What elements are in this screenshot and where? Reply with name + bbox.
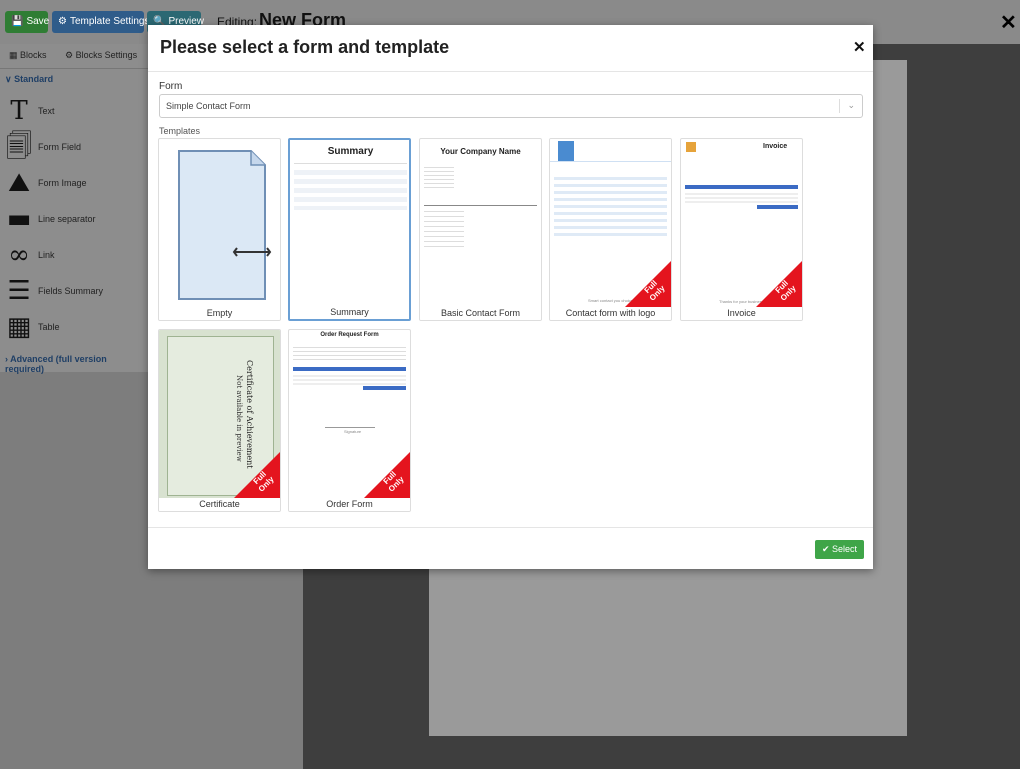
form-select-value: Simple Contact Form <box>166 101 251 111</box>
block-label: Text <box>38 106 55 116</box>
thumb-logo <box>686 142 696 152</box>
thumb-heading: Your Company Name <box>440 147 521 156</box>
form-label: Form <box>159 81 183 92</box>
thumb-signature: Signature <box>344 429 362 434</box>
thumb-heading: Summary <box>327 146 374 157</box>
check-icon: ✔ <box>821 544 830 554</box>
thumb-table-head <box>293 367 406 371</box>
blocks-sidebar: ▦ Blocks ⚙ Blocks Settings ∨ Standard TT… <box>0 44 148 374</box>
blank-page-icon <box>178 150 272 300</box>
sidebar-tabs: ▦ Blocks ⚙ Blocks Settings <box>0 44 148 69</box>
thumb-rule <box>424 205 537 206</box>
group-standard[interactable]: ∨ Standard <box>5 74 53 85</box>
templates-label: Templates <box>159 126 201 136</box>
template-dialog: Please select a form and template ✕ Form… <box>148 25 873 569</box>
tab-blocks-label: Blocks <box>20 50 47 60</box>
full-only-ribbon: Full Only <box>756 261 802 307</box>
thumb-rows <box>293 373 406 385</box>
list-icon: ☰ <box>7 276 31 306</box>
template-caption: Invoice <box>681 307 802 320</box>
block-label: Fields Summary <box>38 286 104 296</box>
line-separator-icon: ▬ <box>6 204 32 234</box>
thumb-rows <box>685 191 798 205</box>
save-label: Save <box>26 16 50 27</box>
thumb-rows <box>294 170 407 210</box>
template-caption: Order Form <box>289 498 410 511</box>
template-card-certificate[interactable]: Certificate of Achievement Not available… <box>158 329 281 512</box>
thumb-heading: Order Request Form <box>320 332 379 338</box>
template-thumbnail: Your Company Name <box>420 139 541 309</box>
thumb-fields <box>424 211 464 247</box>
template-thumbnail: Summary <box>290 140 409 310</box>
block-fields-summary[interactable]: ☰ Fields Summary <box>4 276 144 310</box>
thumb-fields <box>293 344 406 360</box>
thumb-heading: Invoice <box>763 143 788 150</box>
template-card-order-form[interactable]: Order Request Form Signature Full Only O… <box>288 329 411 512</box>
thumb-logo <box>558 141 574 161</box>
block-label: Link <box>38 250 55 260</box>
block-form-image[interactable]: ⛰ Form Image <box>4 168 144 202</box>
template-caption: Summary <box>290 306 409 319</box>
block-label: Form Field <box>38 142 82 152</box>
full-only-ribbon: Full Only <box>625 261 671 307</box>
full-only-ribbon: Full Only <box>364 452 410 498</box>
template-settings-button[interactable]: ⚙ Template Settings <box>52 11 149 33</box>
save-button[interactable]: 💾 Save <box>5 11 50 33</box>
image-icon: ⛰ <box>8 168 30 198</box>
text-icon: T <box>10 96 28 126</box>
dialog-title: Please select a form and template <box>160 37 450 57</box>
block-form-field[interactable]: 🗐 Form Field <box>4 132 144 166</box>
select-divider <box>839 99 840 113</box>
thumb-signature-line <box>325 427 375 428</box>
select-button[interactable]: ✔ Select <box>815 540 864 559</box>
template-caption: Contact form with logo <box>550 307 671 320</box>
dialog-header: Please select a form and template ✕ <box>148 25 873 72</box>
tab-blocks-settings-label: Blocks Settings <box>75 50 138 60</box>
block-link[interactable]: ∞ Link <box>4 240 144 274</box>
template-card-basic-contact[interactable]: Your Company Name Basic Contact Form <box>419 138 542 321</box>
block-table[interactable]: ▦ Table <box>4 312 144 346</box>
thumb-address <box>424 167 454 189</box>
close-editor-icon[interactable]: ✕ <box>1000 10 1017 35</box>
template-card-contact-logo[interactable]: Smart contact you choice Full Only Conta… <box>549 138 672 321</box>
template-card-summary[interactable]: Summary Summary <box>288 138 411 321</box>
block-label: Line separator <box>38 214 96 224</box>
full-only-ribbon: Full Only <box>234 452 280 498</box>
template-caption: Certificate <box>159 498 280 511</box>
close-icon[interactable]: ✕ <box>853 38 866 56</box>
dialog-footer-divider <box>148 527 873 528</box>
thumb-rule <box>294 163 407 164</box>
gear-icon: ⚙ <box>58 16 67 27</box>
template-card-invoice[interactable]: Invoice Thanks for your business Full On… <box>680 138 803 321</box>
template-caption: Basic Contact Form <box>420 307 541 320</box>
template-thumbnail <box>159 139 280 309</box>
form-field-icon: 🗐 <box>6 132 32 162</box>
group-standard-label: Standard <box>14 74 54 84</box>
tab-blocks[interactable]: ▦ Blocks <box>9 50 47 61</box>
thumb-total <box>363 386 406 390</box>
tab-blocks-settings[interactable]: ⚙ Blocks Settings <box>65 50 137 61</box>
chevron-down-icon: ⌄ <box>847 100 855 110</box>
block-line-separator[interactable]: ▬ Line separator <box>4 204 144 238</box>
select-label: Select <box>832 544 858 554</box>
link-icon: ∞ <box>8 240 30 270</box>
table-icon: ▦ <box>6 312 32 342</box>
template-settings-label: Template Settings <box>69 16 150 27</box>
block-label: Table <box>38 322 60 332</box>
template-caption: Empty <box>159 307 280 320</box>
form-select[interactable]: Simple Contact Form ⌄ <box>159 94 863 118</box>
block-label: Form Image <box>38 178 87 188</box>
thumb-rows <box>554 173 667 238</box>
thumb-total <box>757 205 798 209</box>
save-icon: 💾 <box>11 16 24 27</box>
group-advanced[interactable]: › Advanced (full version required) <box>5 354 148 374</box>
block-text[interactable]: T Text <box>4 96 144 130</box>
group-advanced-label: Advanced (full version required) <box>5 354 107 374</box>
template-card-empty[interactable]: Empty <box>158 138 281 321</box>
thumb-table-head <box>685 185 798 189</box>
